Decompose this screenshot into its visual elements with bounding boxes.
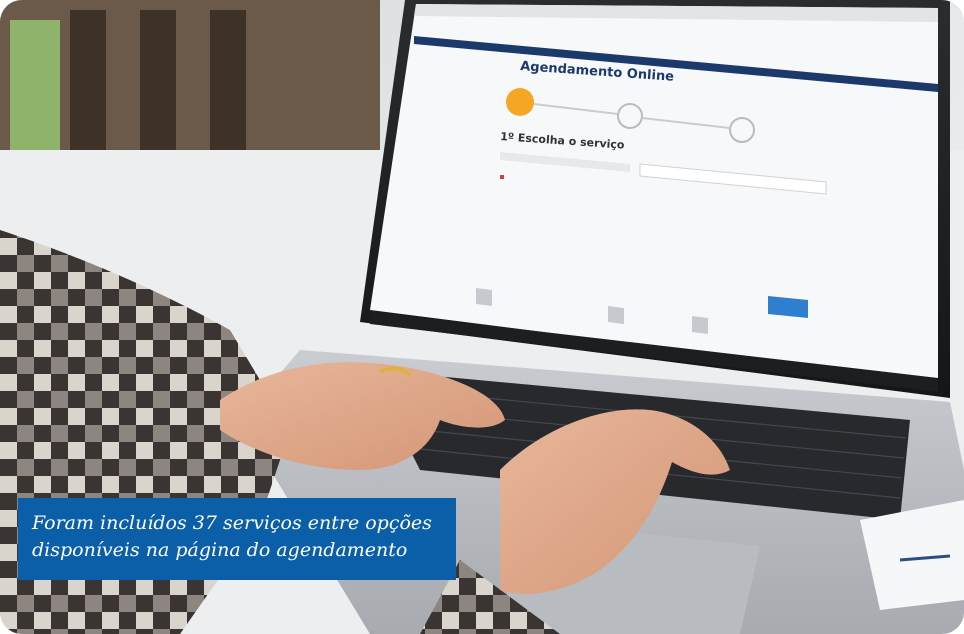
step-active (506, 88, 534, 116)
photo-frame: Agendamento Online 1º Escolha o serviço (0, 0, 964, 634)
photo-caption: Foram incluídos 37 serviços entre opções… (32, 510, 452, 564)
caption-line-2: disponíveis na página do agendamento (32, 539, 408, 561)
window-bar (210, 10, 246, 160)
warning-dot (500, 175, 504, 179)
screen-icon (476, 288, 492, 306)
screen-icon (692, 316, 708, 334)
window-bar (140, 10, 176, 160)
screen-icon (608, 306, 624, 324)
caption-box: Foram incluídos 37 serviços entre opções… (18, 498, 456, 580)
window-bar (70, 10, 106, 160)
greenery (10, 20, 60, 160)
caption-line-1: Foram incluídos 37 serviços entre opções (32, 512, 432, 534)
